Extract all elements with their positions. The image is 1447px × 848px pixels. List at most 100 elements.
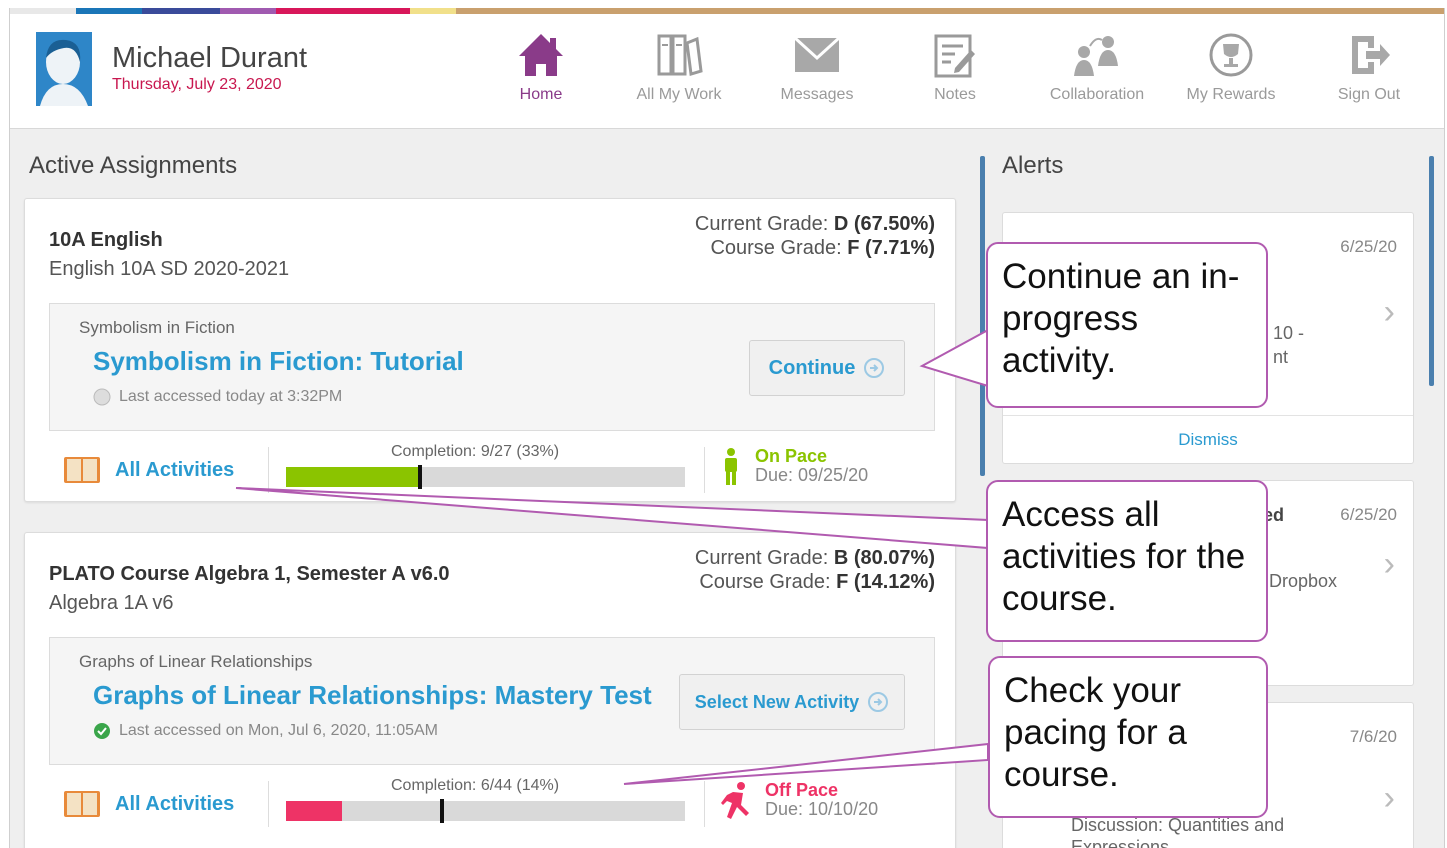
all-activities-label: All Activities [115,458,235,481]
alert-text: Dropbox [1269,571,1338,591]
lesson-name: Graphs of Linear Relationships [79,652,313,671]
continue-button-label: Continue [768,356,856,379]
pace-marker [440,799,444,823]
continue-button[interactable]: Continue [749,340,905,396]
alerts-title: Alerts [1002,152,1064,179]
alert-date: 6/25/20 [1340,505,1397,524]
all-activities-link[interactable]: All Activities [63,789,234,819]
pace-status: On Pace Due: 09/25/20 [719,447,868,487]
arrow-circle-icon [864,358,885,378]
chevron-right-icon[interactable]: › [1384,545,1395,584]
alerts-scrollbar[interactable] [1429,156,1434,386]
notepad-icon [900,30,1010,80]
select-new-activity-button[interactable]: Select New Activity [679,674,905,730]
grade-summary: Current Grade: D (67.50%) Course Grade: … [695,212,935,260]
alert-text: Discussion: Quantities and [1071,815,1285,835]
nav-notes[interactable]: Notes [900,30,1010,104]
nav-label: All My Work [636,86,722,103]
nav-sign-out[interactable]: Sign Out [1314,30,1424,104]
nav-label: Notes [934,86,976,103]
alert-text: 10 - [1273,323,1305,343]
lesson-name: Symbolism in Fiction [79,318,235,337]
course-subtitle: Algebra 1A v6 [49,592,174,614]
callout-continue: Continue an in-progress activity. [986,242,1268,408]
course-grade-label: Course Grade: [699,571,831,593]
all-activities-link[interactable]: All Activities [63,455,234,485]
trophy-icon [1176,30,1286,80]
nav-my-rewards[interactable]: My Rewards [1176,30,1286,104]
dismiss-button[interactable]: Dismiss [1003,415,1413,450]
book-icon [64,791,100,817]
nav-label: My Rewards [1186,86,1276,103]
alert-date: 7/6/20 [1349,727,1397,746]
pace-marker [418,465,422,489]
check-circle-icon [94,723,110,739]
header: Michael Durant Thursday, July 23, 2020 H… [10,14,1444,129]
nav-label: Sign Out [1337,86,1401,103]
activity-title-link[interactable]: Graphs of Linear Relationships: Mastery … [93,680,652,711]
course-grade-value: F (7.71%) [847,237,935,259]
current-activity-panel: Graphs of Linear Relationships Graphs of… [49,637,935,765]
select-new-activity-label: Select New Activity [694,691,860,712]
last-accessed: Last accessed today at 3:32PM [93,388,342,406]
panel-scrollbar[interactable] [980,156,985,476]
pace-label: On Pace [755,446,828,466]
completion-fill [286,467,418,487]
alert-text: Expressions [1071,837,1170,848]
course-grade-label: Course Grade: [710,237,842,259]
pace-label: Off Pace [765,780,839,800]
grade-summary: Current Grade: B (80.07%) Course Grade: … [695,546,935,594]
walking-person-icon [725,448,737,485]
home-icon [486,30,596,80]
current-grade-value: B (80.07%) [833,547,935,569]
course-grade-value: F (14.12%) [836,571,935,593]
avatar[interactable] [36,32,92,106]
activity-footer: All Activities Completion: 9/27 (33%) On… [25,443,955,503]
completion-text: Completion: 6/44 (14%) [391,777,560,794]
envelope-icon [762,30,872,80]
running-person-icon [721,782,749,819]
callout-all-activities: Access all activities for the course. [986,480,1268,642]
arrow-circle-icon [868,692,889,712]
nav-label: Messages [780,86,854,103]
alert-text: nt [1273,347,1289,367]
divider [268,447,269,493]
nav-label: Collaboration [1049,86,1145,103]
chevron-right-icon[interactable]: › [1384,293,1395,332]
course-subtitle: English 10A SD 2020-2021 [49,258,290,280]
assignment-card: 10A English English 10A SD 2020-2021 Cur… [24,198,956,502]
current-activity-panel: Symbolism in Fiction Symbolism in Fictio… [49,303,935,431]
nav-messages[interactable]: Messages [762,30,872,104]
nav-collaboration[interactable]: Collaboration [1042,30,1152,104]
all-activities-label: All Activities [115,792,235,815]
last-accessed-text: Last accessed today at 3:32PM [119,388,343,405]
nav-label: Home [519,86,563,103]
last-accessed: Last accessed on Mon, Jul 6, 2020, 11:05… [93,722,438,740]
last-accessed-text: Last accessed on Mon, Jul 6, 2020, 11:05… [119,722,439,739]
nav-all-my-work[interactable]: All My Work [624,30,734,104]
books-icon [624,30,734,80]
callout-pacing: Check your pacing for a course. [988,656,1268,818]
divider [704,447,705,493]
current-grade-value: D (67.50%) [833,213,935,235]
chevron-right-icon[interactable]: › [1384,779,1395,818]
course-title: PLATO Course Algebra 1, Semester A v6.0 [49,563,450,585]
completion-bar [286,799,685,823]
course-title: 10A English [49,229,163,251]
sign-out-icon [1314,30,1424,80]
activity-title-link[interactable]: Symbolism in Fiction: Tutorial [93,346,464,377]
nav-home[interactable]: Home [486,30,596,104]
current-date: Thursday, July 23, 2020 [112,76,282,93]
current-grade-label: Current Grade: [694,213,829,235]
alert-date: 6/25/20 [1340,237,1397,256]
completion-fill [286,801,342,821]
collaboration-icon [1042,30,1152,80]
active-assignments-title: Active Assignments [29,152,238,179]
book-icon [64,457,100,483]
pace-status: Off Pace Due: 10/10/20 [719,781,878,821]
completion-text: Completion: 9/27 (33%) [391,443,560,460]
activity-footer: All Activities Completion: 6/44 (14%) Of… [25,777,955,837]
divider [268,781,269,827]
current-grade-label: Current Grade: [694,547,829,569]
completion-bar [286,465,685,489]
